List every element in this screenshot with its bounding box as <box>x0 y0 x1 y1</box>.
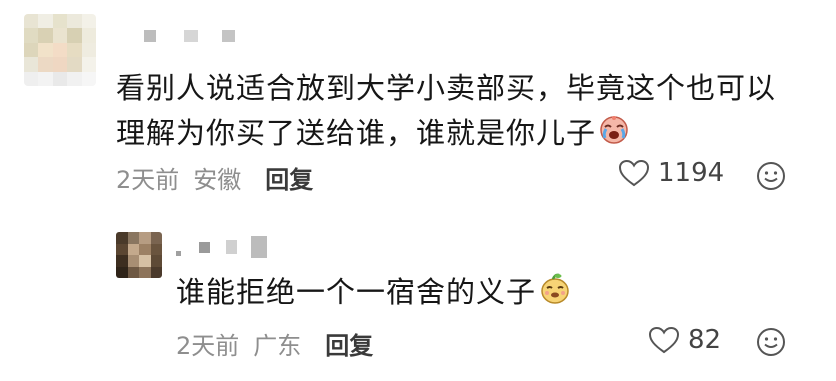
like-count: 1194 <box>658 158 725 188</box>
smug-emoji-icon <box>538 271 572 318</box>
reply-text: 谁能拒绝一个一宿舍的义子 <box>176 270 572 318</box>
comment-meta: 2天前 安徽 回复 <box>116 160 313 195</box>
like-button[interactable]: 1194 <box>618 158 724 188</box>
heart-icon <box>648 326 680 354</box>
smiley-icon <box>757 328 785 356</box>
comment-location: 安徽 <box>193 166 242 194</box>
reply-time: 2天前 <box>176 332 240 360</box>
comment-text: 看别人说适合放到大学小卖部买，毕竟这个也可以 理解为你买了送给谁，谁就是你儿子 <box>116 66 816 158</box>
reply-location: 广东 <box>253 332 302 360</box>
reply-meta: 2天前 广东 回复 <box>176 326 373 361</box>
comment-line: 看别人说适合放到大学小卖部买，毕竟这个也可以 <box>116 71 777 105</box>
crying-laughing-emoji-icon <box>598 113 630 158</box>
username[interactable] <box>144 30 235 42</box>
heart-icon <box>618 159 650 187</box>
reply-emoji-reaction-button[interactable] <box>755 326 787 362</box>
reply-avatar[interactable] <box>116 232 162 278</box>
reply-like-button[interactable]: 82 <box>648 325 721 355</box>
comment-time: 2天前 <box>116 166 180 194</box>
reply-username[interactable] <box>176 236 267 258</box>
like-count: 82 <box>688 325 722 355</box>
reply-button[interactable]: 回复 <box>265 160 313 195</box>
emoji-reaction-button[interactable] <box>755 160 787 196</box>
comment-line: 理解为你买了送给谁，谁就是你儿子 <box>116 111 816 158</box>
reply-button[interactable]: 回复 <box>325 326 373 361</box>
smiley-icon <box>757 162 785 190</box>
avatar[interactable] <box>24 14 96 86</box>
